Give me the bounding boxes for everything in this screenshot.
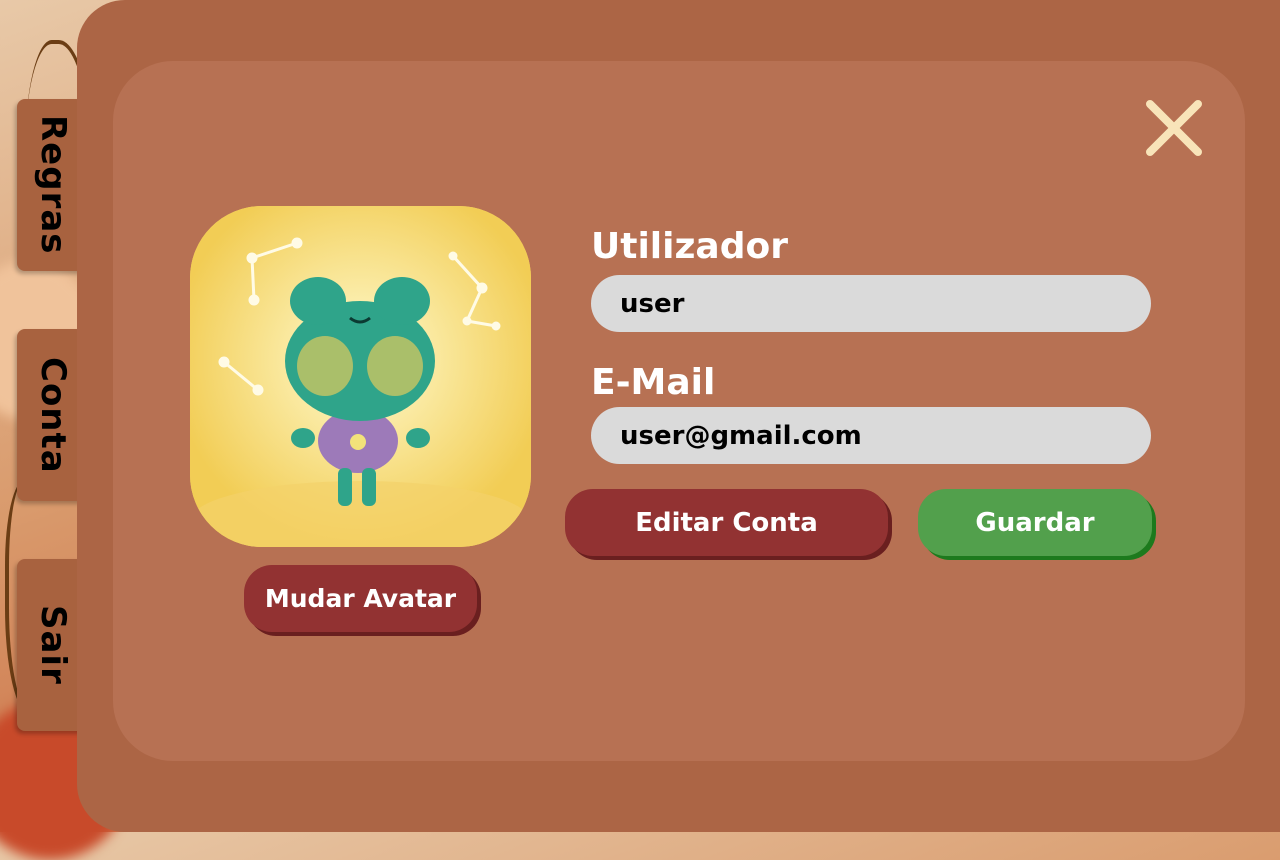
avatar (190, 206, 531, 547)
tab-label: Sair (33, 605, 73, 685)
edit-account-label: Editar Conta (635, 507, 818, 538)
email-field[interactable]: user@gmail.com (591, 407, 1151, 464)
tab-label: Conta (33, 356, 73, 474)
username-field[interactable]: user (591, 275, 1151, 332)
edit-account-button[interactable]: Editar Conta (565, 489, 888, 556)
email-label: E-Mail (591, 362, 716, 403)
close-icon[interactable] (1144, 98, 1204, 158)
save-button[interactable]: Guardar (918, 489, 1152, 556)
change-avatar-label: Mudar Avatar (264, 584, 457, 613)
tab-label: Regras (33, 115, 73, 255)
change-avatar-button[interactable]: Mudar Avatar (244, 565, 477, 632)
save-label: Guardar (975, 507, 1095, 538)
username-label: Utilizador (591, 226, 788, 267)
